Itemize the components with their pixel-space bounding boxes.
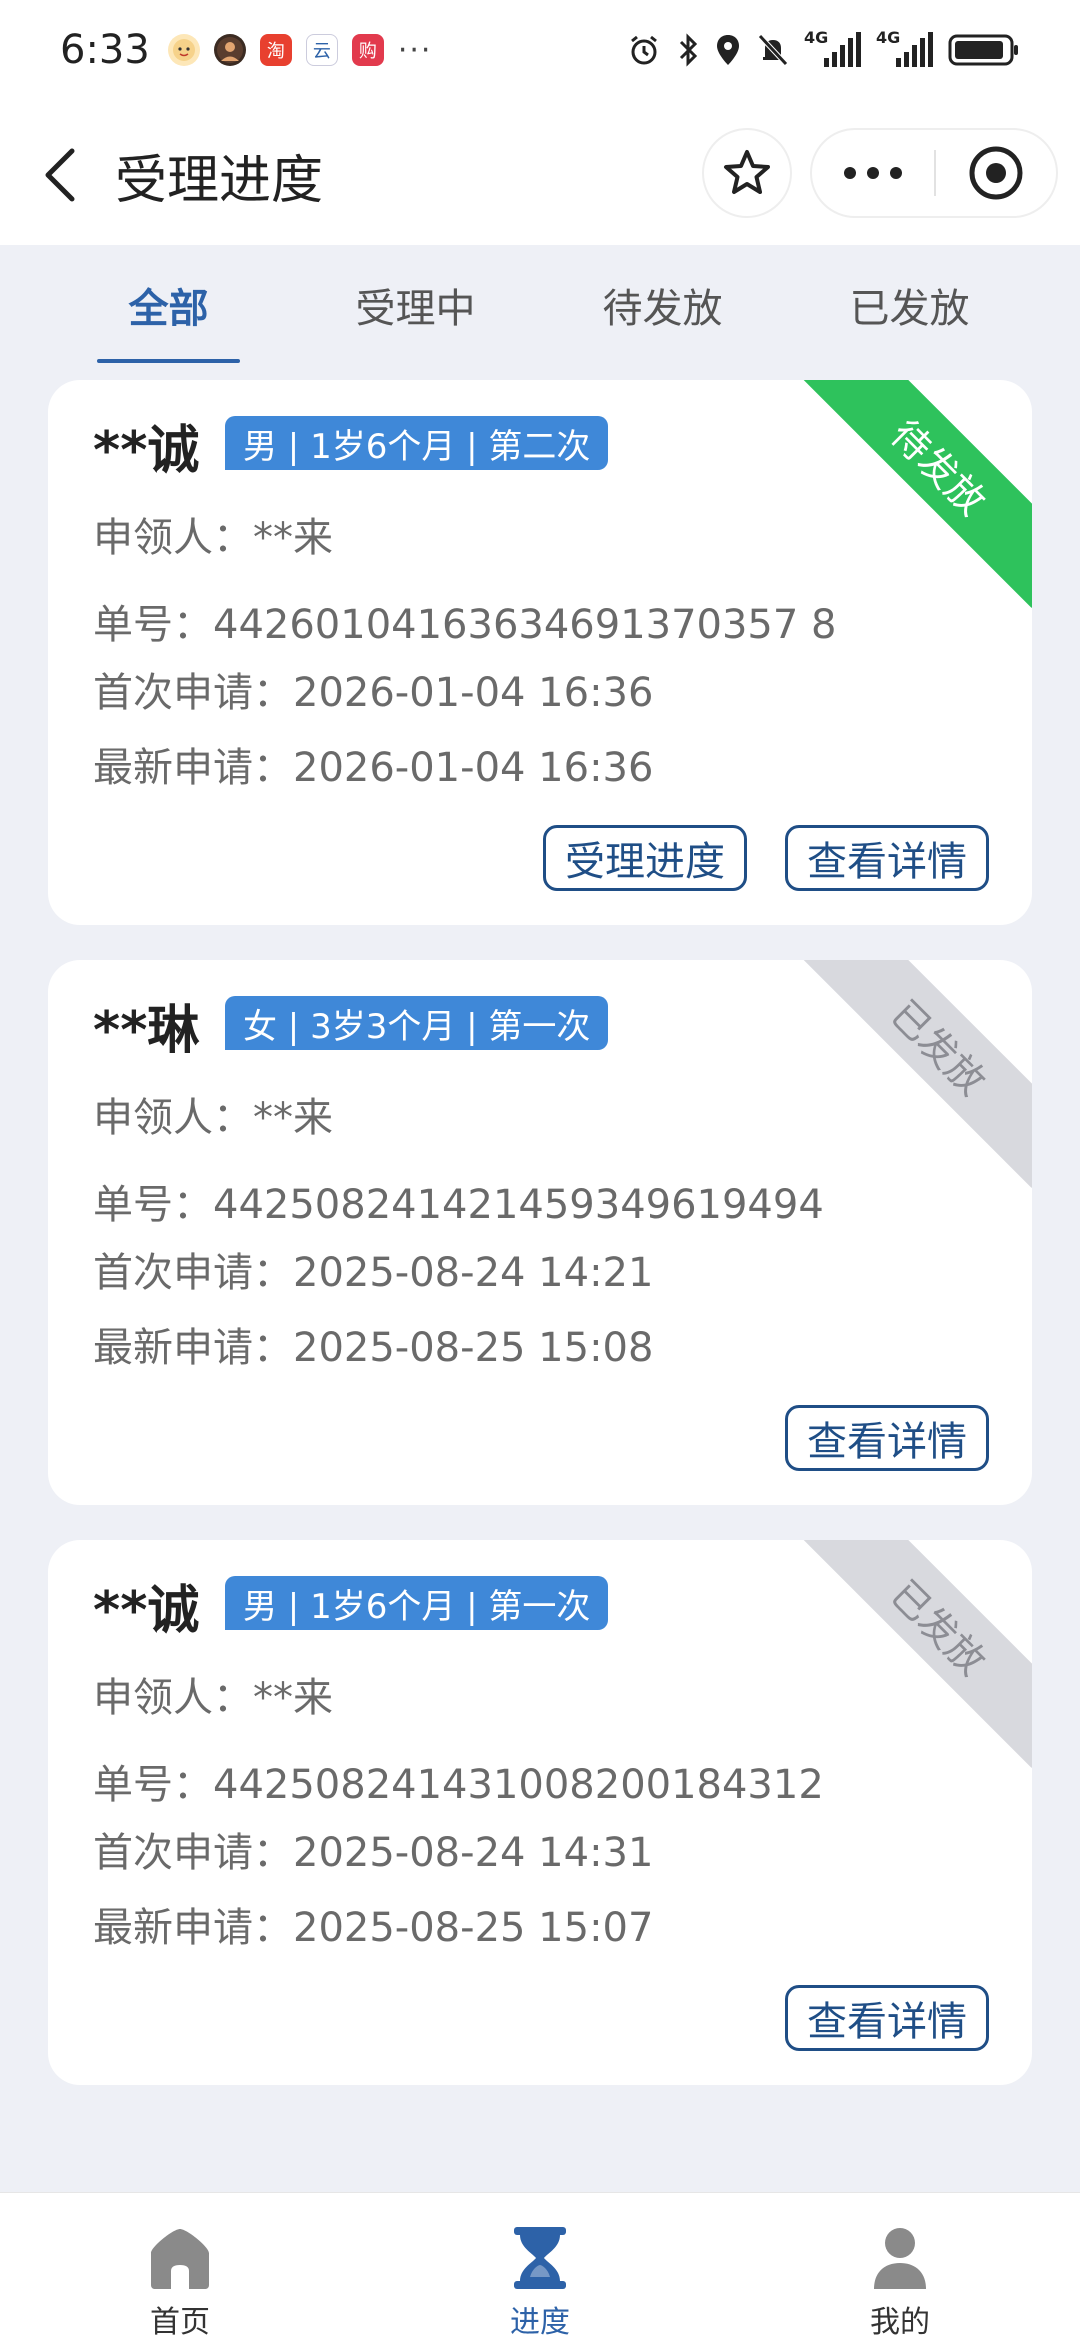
latest-apply-value: 2025-08-25 15:08 — [293, 1325, 654, 1371]
cloud-app-icon: 云 — [305, 34, 338, 66]
latest-apply-label: 最新申请： — [93, 1325, 293, 1371]
tab-issued[interactable]: 已发放 — [786, 245, 1033, 365]
order-number-value: 44260104163634691370357 8 — [213, 602, 837, 648]
applicant-value: **来 — [253, 1675, 333, 1721]
latest-apply-label: 最新申请： — [93, 1905, 293, 1951]
nav-mine[interactable]: 我的 — [720, 2193, 1080, 2340]
nav-progress[interactable]: 进度 — [360, 2193, 720, 2340]
alarm-icon — [626, 32, 662, 68]
baby-face-icon — [167, 34, 200, 66]
child-info-tag: 男 | 1岁6个月 | 第一次 — [225, 1576, 609, 1630]
home-icon — [145, 2223, 215, 2293]
first-apply-value: 2025-08-24 14:21 — [293, 1250, 654, 1296]
signal-4g-icon: 4G — [804, 30, 862, 70]
child-name: **琳 — [93, 1001, 200, 1061]
view-details-button[interactable]: 查看详情 — [785, 1985, 989, 2051]
user-icon — [865, 2223, 935, 2293]
order-number-row: 单号：44260104163634691370357 8 — [93, 592, 837, 650]
applicant-row: 申领人：**来 — [93, 1085, 333, 1143]
first-apply-row: 首次申请：2026-01-04 16:36 — [93, 660, 653, 718]
close-miniprogram-button[interactable] — [936, 130, 1056, 216]
latest-apply-value: 2026-01-04 16:36 — [293, 745, 654, 791]
child-info-tag: 男 | 1岁6个月 | 第二次 — [225, 416, 609, 470]
avatar-icon — [213, 34, 246, 66]
application-card: **诚 男 | 1岁6个月 | 第一次 申领人：**来 单号：442508241… — [48, 1540, 1032, 2085]
system-icons: 4G 4G — [626, 30, 1020, 70]
page-header: 受理进度 — [0, 100, 1080, 245]
notification-icons: 淘 云 购 ··· — [167, 32, 433, 68]
first-apply-value: 2025-08-24 14:31 — [293, 1830, 654, 1876]
application-card: **琳 女 | 3岁3个月 | 第一次 申领人：**来 单号：442508241… — [48, 960, 1032, 1505]
status-ribbon: 已发放 — [798, 960, 1032, 1188]
order-number-label: 单号： — [93, 1762, 213, 1808]
child-name: **诚 — [93, 421, 200, 481]
order-number-value: 442508241421459349619494 — [213, 1182, 824, 1228]
first-apply-row: 首次申请：2025-08-24 14:31 — [93, 1820, 653, 1878]
order-number-row: 单号：442508241421459349619494 — [93, 1172, 824, 1230]
first-apply-label: 首次申请： — [93, 1250, 293, 1296]
applicant-value: **来 — [253, 515, 333, 561]
hourglass-icon — [505, 2223, 575, 2293]
first-apply-value: 2026-01-04 16:36 — [293, 670, 654, 716]
latest-apply-row: 最新申请：2025-08-25 15:07 — [93, 1895, 653, 1953]
battery-icon — [948, 32, 1020, 68]
shop-app-icon: 购 — [351, 34, 384, 66]
latest-apply-label: 最新申请： — [93, 745, 293, 791]
status-bar: 6:33 淘 云 购 ··· 4G 4G — [0, 0, 1080, 100]
status-time: 6:33 — [60, 27, 150, 73]
order-number-value: 442508241431008200184312 — [213, 1762, 824, 1808]
first-apply-label: 首次申请： — [93, 670, 293, 716]
tab-processing[interactable]: 受理中 — [292, 245, 539, 365]
miniprogram-capsule — [810, 128, 1058, 218]
applicant-row: 申领人：**来 — [93, 505, 333, 563]
chevron-left-icon — [45, 148, 75, 202]
applicant-label: 申领人： — [93, 515, 253, 561]
tab-pending[interactable]: 待发放 — [539, 245, 786, 365]
latest-apply-row: 最新申请：2025-08-25 15:08 — [93, 1315, 653, 1373]
applicant-label: 申领人： — [93, 1095, 253, 1141]
child-name: **诚 — [93, 1581, 200, 1641]
applicant-value: **来 — [253, 1095, 333, 1141]
view-details-button[interactable]: 查看详情 — [785, 1405, 989, 1471]
status-ribbon: 已发放 — [798, 1540, 1032, 1768]
more-notifications: ··· — [397, 32, 433, 68]
first-apply-row: 首次申请：2025-08-24 14:21 — [93, 1240, 653, 1298]
order-number-label: 单号： — [93, 1182, 213, 1228]
latest-apply-row: 最新申请：2026-01-04 16:36 — [93, 735, 653, 793]
more-dots-icon — [844, 167, 902, 179]
nav-home-label: 首页 — [150, 2305, 210, 2340]
favorite-button[interactable] — [702, 128, 792, 218]
taobao-icon: 淘 — [259, 34, 292, 66]
location-icon — [714, 32, 742, 68]
star-icon — [724, 150, 770, 194]
nav-home[interactable]: 首页 — [0, 2193, 360, 2340]
back-button[interactable] — [30, 140, 90, 210]
more-menu-button[interactable] — [812, 130, 934, 216]
application-card: **诚 男 | 1岁6个月 | 第二次 申领人：**来 单号：442601041… — [48, 380, 1032, 925]
status-tabs: 全部 受理中 待发放 已发放 — [0, 245, 1080, 365]
view-details-button[interactable]: 查看详情 — [785, 825, 989, 891]
applicant-label: 申领人： — [93, 1675, 253, 1721]
nav-mine-label: 我的 — [870, 2305, 930, 2340]
latest-apply-value: 2025-08-25 15:07 — [293, 1905, 654, 1951]
first-apply-label: 首次申请： — [93, 1830, 293, 1876]
bluetooth-icon — [676, 32, 700, 68]
order-number-row: 单号：442508241431008200184312 — [93, 1752, 824, 1810]
status-ribbon: 待发放 — [798, 380, 1032, 608]
tab-all[interactable]: 全部 — [45, 245, 292, 365]
page-title: 受理进度 — [115, 151, 324, 211]
nav-progress-label: 进度 — [510, 2305, 570, 2340]
applicant-row: 申领人：**来 — [93, 1665, 333, 1723]
order-number-label: 单号： — [93, 602, 213, 648]
target-icon — [969, 146, 1023, 200]
child-info-tag: 女 | 3岁3个月 | 第一次 — [225, 996, 609, 1050]
signal-4g-icon-2: 4G — [876, 30, 934, 70]
progress-button[interactable]: 受理进度 — [543, 825, 747, 891]
bottom-nav: 首页 进度 我的 — [0, 2192, 1080, 2340]
mute-icon — [756, 32, 790, 68]
